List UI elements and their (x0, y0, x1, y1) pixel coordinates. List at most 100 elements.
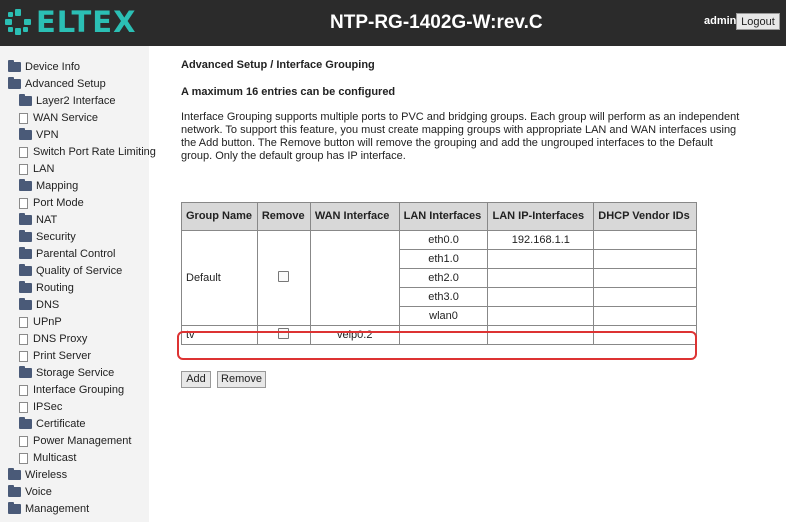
folder-icon (8, 468, 21, 480)
folder-icon (19, 179, 32, 191)
sidebar-item-label: Routing (36, 282, 74, 294)
sidebar-item-label: UPnP (33, 316, 62, 328)
sidebar-item-switch-port-rate-limiting[interactable]: Switch Port Rate Limiting (19, 144, 156, 160)
default-remove-cell (256, 230, 311, 326)
col-lan-ip-interfaces: LAN IP-Interfaces (487, 202, 595, 231)
sidebar-item-label: Interface Grouping (33, 384, 125, 396)
sidebar-item-parental-control[interactable]: Parental Control (19, 246, 116, 262)
sidebar-item-upnp[interactable]: UPnP (19, 314, 62, 330)
sidebar-item-label: Device Info (25, 61, 81, 73)
sidebar-item-label: IPSec (33, 401, 63, 413)
document-icon (19, 316, 28, 328)
sidebar-item-security[interactable]: Security (19, 229, 76, 245)
sidebar-item-certificate[interactable]: Certificate (19, 416, 86, 432)
max-entries-note: A maximum 16 entries can be configured (181, 86, 396, 98)
remove-button[interactable]: Remove (217, 371, 266, 388)
lan-ip-cell (487, 287, 595, 307)
sidebar-item-dns[interactable]: DNS (19, 297, 59, 313)
sidebar-item-label: Print Server (33, 350, 92, 362)
folder-icon (19, 417, 32, 429)
sidebar-item-mapping[interactable]: Mapping (19, 178, 78, 194)
add-button[interactable]: Add (181, 371, 211, 388)
folder-icon (19, 230, 32, 242)
lan-ip-cell (487, 249, 595, 269)
sidebar-item-storage-service[interactable]: Storage Service (19, 365, 114, 381)
dhcp-vendor-cell (593, 230, 697, 250)
sidebar-item-label: DNS Proxy (33, 333, 88, 345)
sidebar-item-label: Multicast (33, 452, 77, 464)
folder-icon (19, 366, 32, 378)
document-icon (19, 333, 28, 345)
sidebar-item-power-management[interactable]: Power Management (19, 433, 131, 449)
sidebar-item-label: Port Mode (33, 197, 84, 209)
document-icon (19, 401, 28, 413)
logo-text: ELTEX (36, 5, 137, 39)
document-icon (19, 197, 28, 209)
sidebar-item-label: VPN (36, 129, 59, 141)
username-label: admin (704, 15, 737, 27)
col-group-name: Group Name (181, 202, 258, 231)
table-row: Default eth0.0 192.168.1.1 (181, 230, 697, 326)
folder-icon (8, 502, 21, 514)
sidebar-item-label: Mapping (36, 180, 79, 192)
sidebar-item-routing[interactable]: Routing (19, 280, 74, 296)
document-icon (19, 146, 28, 158)
sidebar-item-interface-grouping[interactable]: Interface Grouping (19, 382, 124, 398)
lan-interface-cell: wlan0 (398, 306, 489, 326)
sidebar-item-multicast[interactable]: Multicast (19, 450, 76, 466)
sidebar-item-voice[interactable]: Voice (8, 484, 52, 500)
eltex-logo: ELTEX (4, 5, 136, 39)
folder-icon (19, 94, 32, 106)
folder-icon (19, 281, 32, 293)
sidebar-item-print-server[interactable]: Print Server (19, 348, 91, 364)
col-remove: Remove (256, 202, 311, 231)
col-dhcp-vendor-ids: DHCP Vendor IDs (593, 202, 697, 231)
sidebar-item-device-info[interactable]: Device Info (8, 59, 80, 75)
logout-button[interactable]: Logout (736, 13, 780, 30)
eltex-logo-icon (5, 9, 31, 35)
sidebar-item-advanced-setup[interactable]: Advanced Setup (8, 76, 106, 92)
sidebar-item-label: Parental Control (36, 248, 116, 260)
document-icon (19, 384, 28, 396)
default-wan-cell (309, 230, 400, 326)
document-icon (19, 350, 28, 362)
sidebar-item-lan[interactable]: LAN (19, 161, 54, 177)
sidebar-item-vpn[interactable]: VPN (19, 127, 59, 143)
sidebar-item-label: Layer2 Interface (36, 95, 116, 107)
folder-icon (19, 128, 32, 140)
sidebar-item-ipsec[interactable]: IPSec (19, 399, 62, 415)
sidebar-item-label: Voice (25, 486, 52, 498)
sidebar-item-dns-proxy[interactable]: DNS Proxy (19, 331, 87, 347)
document-icon (19, 163, 28, 175)
sidebar-item-label: NAT (36, 214, 58, 226)
breadcrumb: Advanced Setup / Interface Grouping (181, 59, 375, 71)
document-icon (19, 435, 28, 447)
folder-icon (8, 60, 21, 72)
sidebar-item-wan-service[interactable]: WAN Service (19, 110, 98, 126)
dhcp-vendor-cell (593, 287, 697, 307)
col-lan-interfaces: LAN Interfaces (398, 202, 489, 231)
sidebar-item-label: Storage Service (36, 367, 115, 379)
interface-grouping-table: Group Name Remove WAN Interface LAN Inte… (181, 202, 697, 345)
sidebar-item-port-mode[interactable]: Port Mode (19, 195, 84, 211)
lan-interface-cell: eth1.0 (398, 249, 489, 269)
lan-interface-cell: eth2.0 (398, 268, 489, 288)
dhcp-vendor-cell (593, 249, 697, 269)
sidebar-item-layer2-interface[interactable]: Layer2 Interface (19, 93, 116, 109)
sidebar-item-nat[interactable]: NAT (19, 212, 57, 228)
sidebar-item-label: Switch Port Rate Limiting (33, 146, 156, 158)
folder-icon (8, 485, 21, 497)
folder-icon (19, 264, 32, 276)
sidebar-nav: Device Info Advanced Setup Layer2 Interfac… (0, 46, 156, 522)
col-wan-interface: WAN Interface (309, 202, 400, 231)
sidebar-item-management[interactable]: Management (8, 501, 89, 517)
document-icon (19, 112, 28, 124)
folder-icon (19, 213, 32, 225)
default-remove-checkbox[interactable] (278, 271, 290, 282)
highlight-box (177, 331, 697, 360)
top-header: ELTEX NTP-RG-1402G-W:rev.C admin Logout (0, 0, 786, 46)
sidebar-item-quality-of-service[interactable]: Quality of Service (19, 263, 122, 279)
folder-icon (8, 77, 21, 89)
sidebar-item-wireless[interactable]: Wireless (8, 467, 67, 483)
sidebar-item-label: WAN Service (33, 112, 98, 124)
